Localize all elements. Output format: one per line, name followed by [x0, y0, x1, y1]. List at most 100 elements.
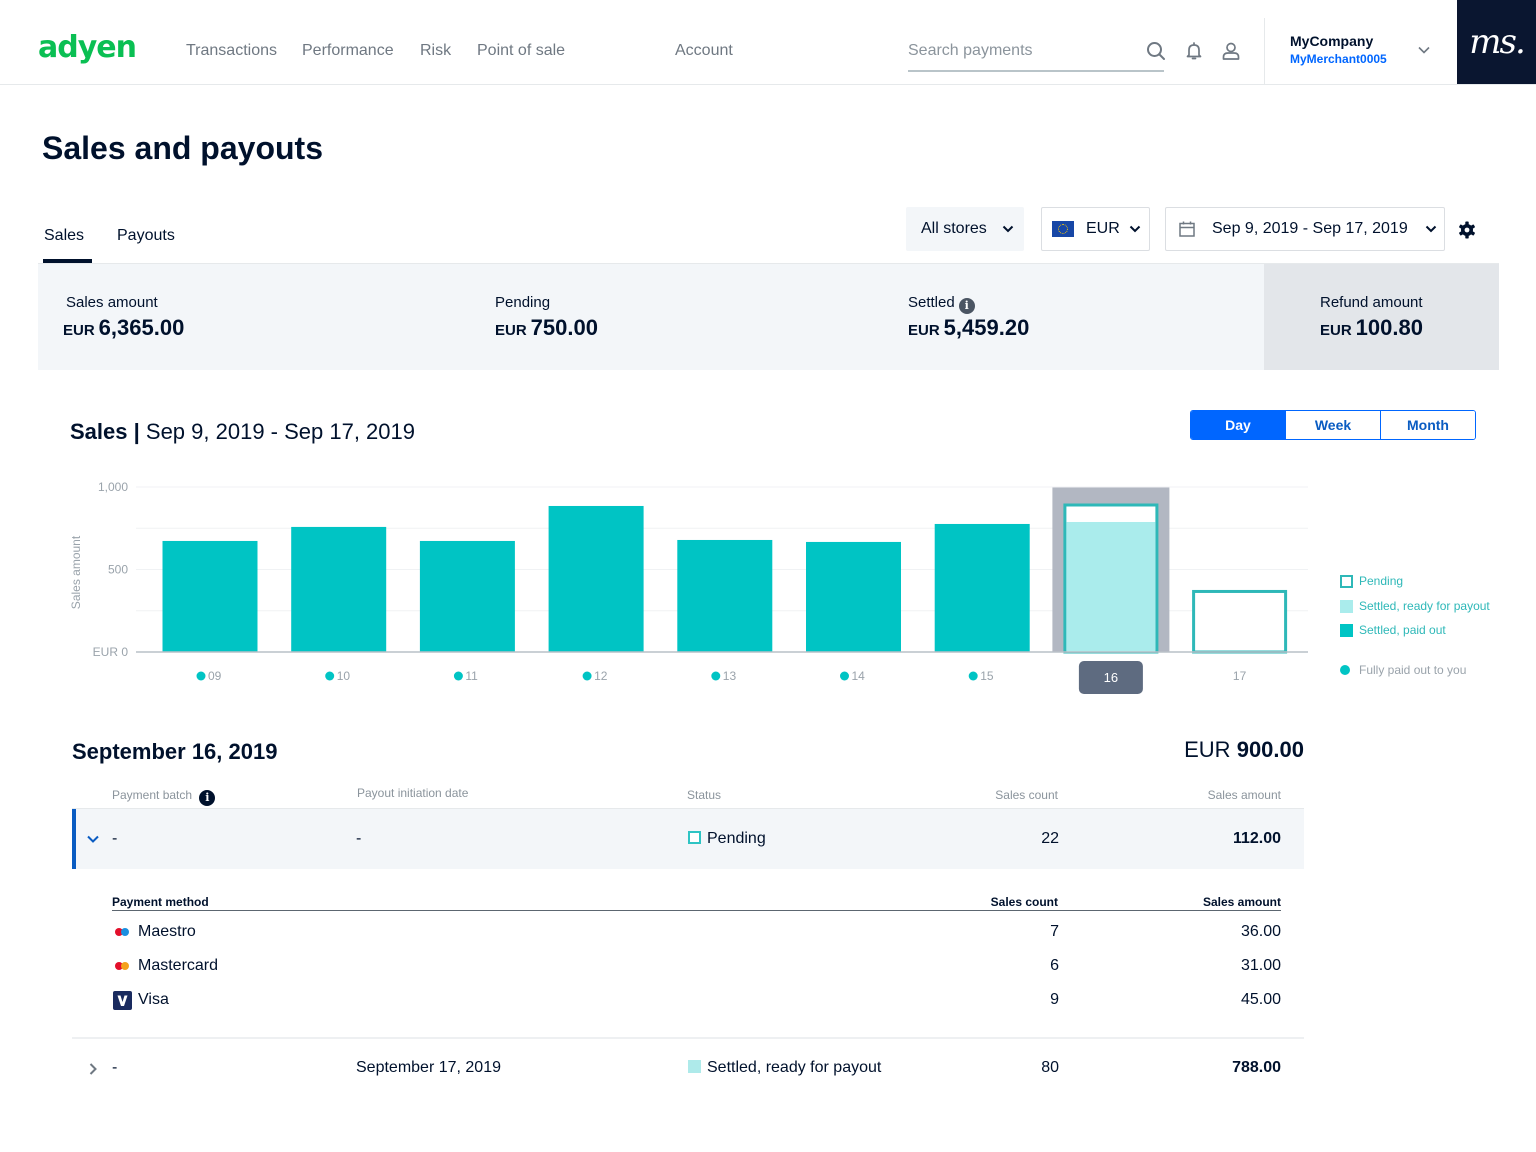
x-tick-label: 11: [465, 669, 478, 683]
ready-swatch: [1340, 600, 1353, 613]
chevron-down-icon: [1002, 225, 1014, 233]
x-tick-label: 13: [723, 669, 737, 683]
col-status: Status: [687, 788, 722, 802]
payout-date-value: -: [356, 830, 362, 847]
x-tick-label: 10: [337, 669, 351, 683]
search-field: [908, 36, 1164, 72]
info-icon[interactable]: i: [199, 790, 216, 806]
fully-paid-dot: [325, 671, 335, 681]
x-tick-label: 17: [1233, 669, 1247, 683]
payout-date-value: September 17, 2019: [356, 1059, 501, 1076]
x-tick-label: 15: [980, 669, 994, 683]
sales-amount-label: Sales amount: [66, 294, 158, 311]
sales-amount-value: EUR 6,365.00: [63, 315, 185, 340]
settled-value: EUR 5,459.20: [908, 315, 1030, 340]
nav-risk[interactable]: Risk: [420, 40, 451, 62]
sub-col-sales-amount: Sales amount: [1202, 895, 1281, 909]
fully-paid-dot: [711, 671, 721, 681]
col-payout-date: Payout initiation date: [357, 786, 469, 800]
nav-point-of-sale[interactable]: Point of sale: [477, 40, 565, 62]
method-count: 9: [1050, 991, 1059, 1008]
settled-label: Settled i: [908, 294, 975, 314]
bar-settled-paid-10: [291, 526, 387, 652]
bar-pending-17: [1192, 589, 1288, 654]
bar-settled-ready-16: [1066, 521, 1156, 652]
summary-panel: Sales amount EUR 6,365.00 Pending EUR 750.…: [38, 264, 1499, 370]
batch-value: -: [112, 830, 118, 847]
page-title: Sales and payouts: [42, 130, 323, 166]
method-name: Maestro: [138, 923, 196, 940]
period-day-button[interactable]: Day: [1191, 411, 1285, 439]
top-navigation-bar: adyen Transactions Performance Risk Poin…: [0, 0, 1536, 85]
y-tick-label: 1,000: [98, 480, 128, 494]
nav-account[interactable]: Account: [675, 40, 733, 62]
bar-settled-paid-13: [677, 539, 773, 652]
col-sales-amount: Sales amount: [1207, 788, 1281, 802]
method-amount: 31.00: [1240, 957, 1281, 974]
period-month-button[interactable]: Month: [1380, 411, 1475, 439]
fully-paid-dot: [196, 671, 206, 681]
status-value: Settled, ready for payout: [688, 1058, 881, 1078]
settings-gear-icon[interactable]: [1457, 220, 1477, 240]
nav-transactions[interactable]: Transactions: [186, 40, 277, 62]
search-input[interactable]: [908, 36, 1128, 60]
sub-col-sales-count: Sales count: [990, 895, 1058, 909]
store-filter-dropdown[interactable]: All stores: [906, 207, 1024, 251]
eu-flag-icon: [1052, 221, 1074, 237]
tab-sales[interactable]: Sales: [44, 226, 84, 246]
info-icon[interactable]: i: [958, 298, 975, 314]
pending-status-icon: [688, 831, 701, 844]
visa-icon: [113, 991, 132, 1010]
x-tick-label: 09: [208, 669, 222, 683]
sub-col-payment-method: Payment method: [112, 895, 209, 909]
fully-paid-dot: [1340, 665, 1350, 675]
sub-table-divider: [112, 910, 1281, 911]
batch-value: -: [112, 1059, 118, 1076]
chevron-right-icon[interactable]: [86, 1062, 100, 1076]
fully-paid-dot: [453, 671, 463, 681]
sales-amount-value: 112.00: [1232, 830, 1281, 847]
merchant-badge[interactable]: ms.: [1457, 0, 1536, 84]
sales-count-value: 80: [1041, 1059, 1059, 1076]
nav-performance[interactable]: Performance: [302, 40, 394, 62]
x-tick-label: 14: [852, 669, 866, 683]
user-icon[interactable]: [1220, 40, 1242, 62]
account-chevron-down-icon[interactable]: [1416, 42, 1432, 58]
method-amount: 36.00: [1240, 923, 1281, 940]
maestro-icon: [115, 928, 129, 936]
calendar-icon: [1179, 221, 1195, 237]
y-tick-label: EUR 0: [93, 645, 129, 659]
fully-paid-dot: [968, 671, 978, 681]
selected-day-title: September 16, 2019: [72, 739, 278, 764]
method-count: 7: [1050, 923, 1059, 940]
bar-settled-paid-14: [806, 541, 901, 652]
period-toggle: Day Week Month: [1190, 410, 1476, 440]
pending-swatch: [1340, 575, 1353, 588]
y-tick-label: 500: [108, 563, 128, 577]
method-amount: 45.00: [1240, 991, 1281, 1008]
store-filter-value: All stores: [921, 220, 987, 237]
merchant-account[interactable]: MyMerchant0005: [1290, 51, 1387, 67]
selected-day-total: EUR 900.00: [1184, 737, 1304, 762]
pending-label: Pending: [495, 294, 551, 311]
bell-icon[interactable]: [1183, 40, 1205, 62]
row-divider: [72, 1037, 1304, 1039]
sales-count-value: 22: [1041, 830, 1059, 847]
company-name[interactable]: MyCompany: [1290, 32, 1373, 50]
tab-payouts[interactable]: Payouts: [117, 226, 175, 246]
sales-amount-value: 788.00: [1232, 1059, 1281, 1076]
bar-settled-paid-12: [548, 505, 644, 652]
sales-bar-chart: EUR 0 500 1,000 Sales amount 09 10 11 12 13 14 15 1…: [69, 480, 1308, 694]
chevron-down-icon: [1425, 225, 1436, 233]
currency-dropdown[interactable]: EUR: [1041, 207, 1150, 251]
col-payment-batch: Payment batch i: [112, 787, 216, 806]
col-sales-count: Sales count: [995, 788, 1058, 802]
adyen-logo[interactable]: adyen: [38, 30, 137, 66]
paid-swatch: [1340, 624, 1353, 637]
method-name: Mastercard: [138, 957, 219, 974]
search-icon[interactable]: [1145, 40, 1167, 62]
chevron-down-icon[interactable]: [86, 832, 100, 846]
bar-settled-paid-15: [934, 523, 1030, 652]
period-week-button[interactable]: Week: [1285, 411, 1380, 439]
date-range-picker[interactable]: Sep 9, 2019 - Sep 17, 2019: [1165, 207, 1445, 251]
